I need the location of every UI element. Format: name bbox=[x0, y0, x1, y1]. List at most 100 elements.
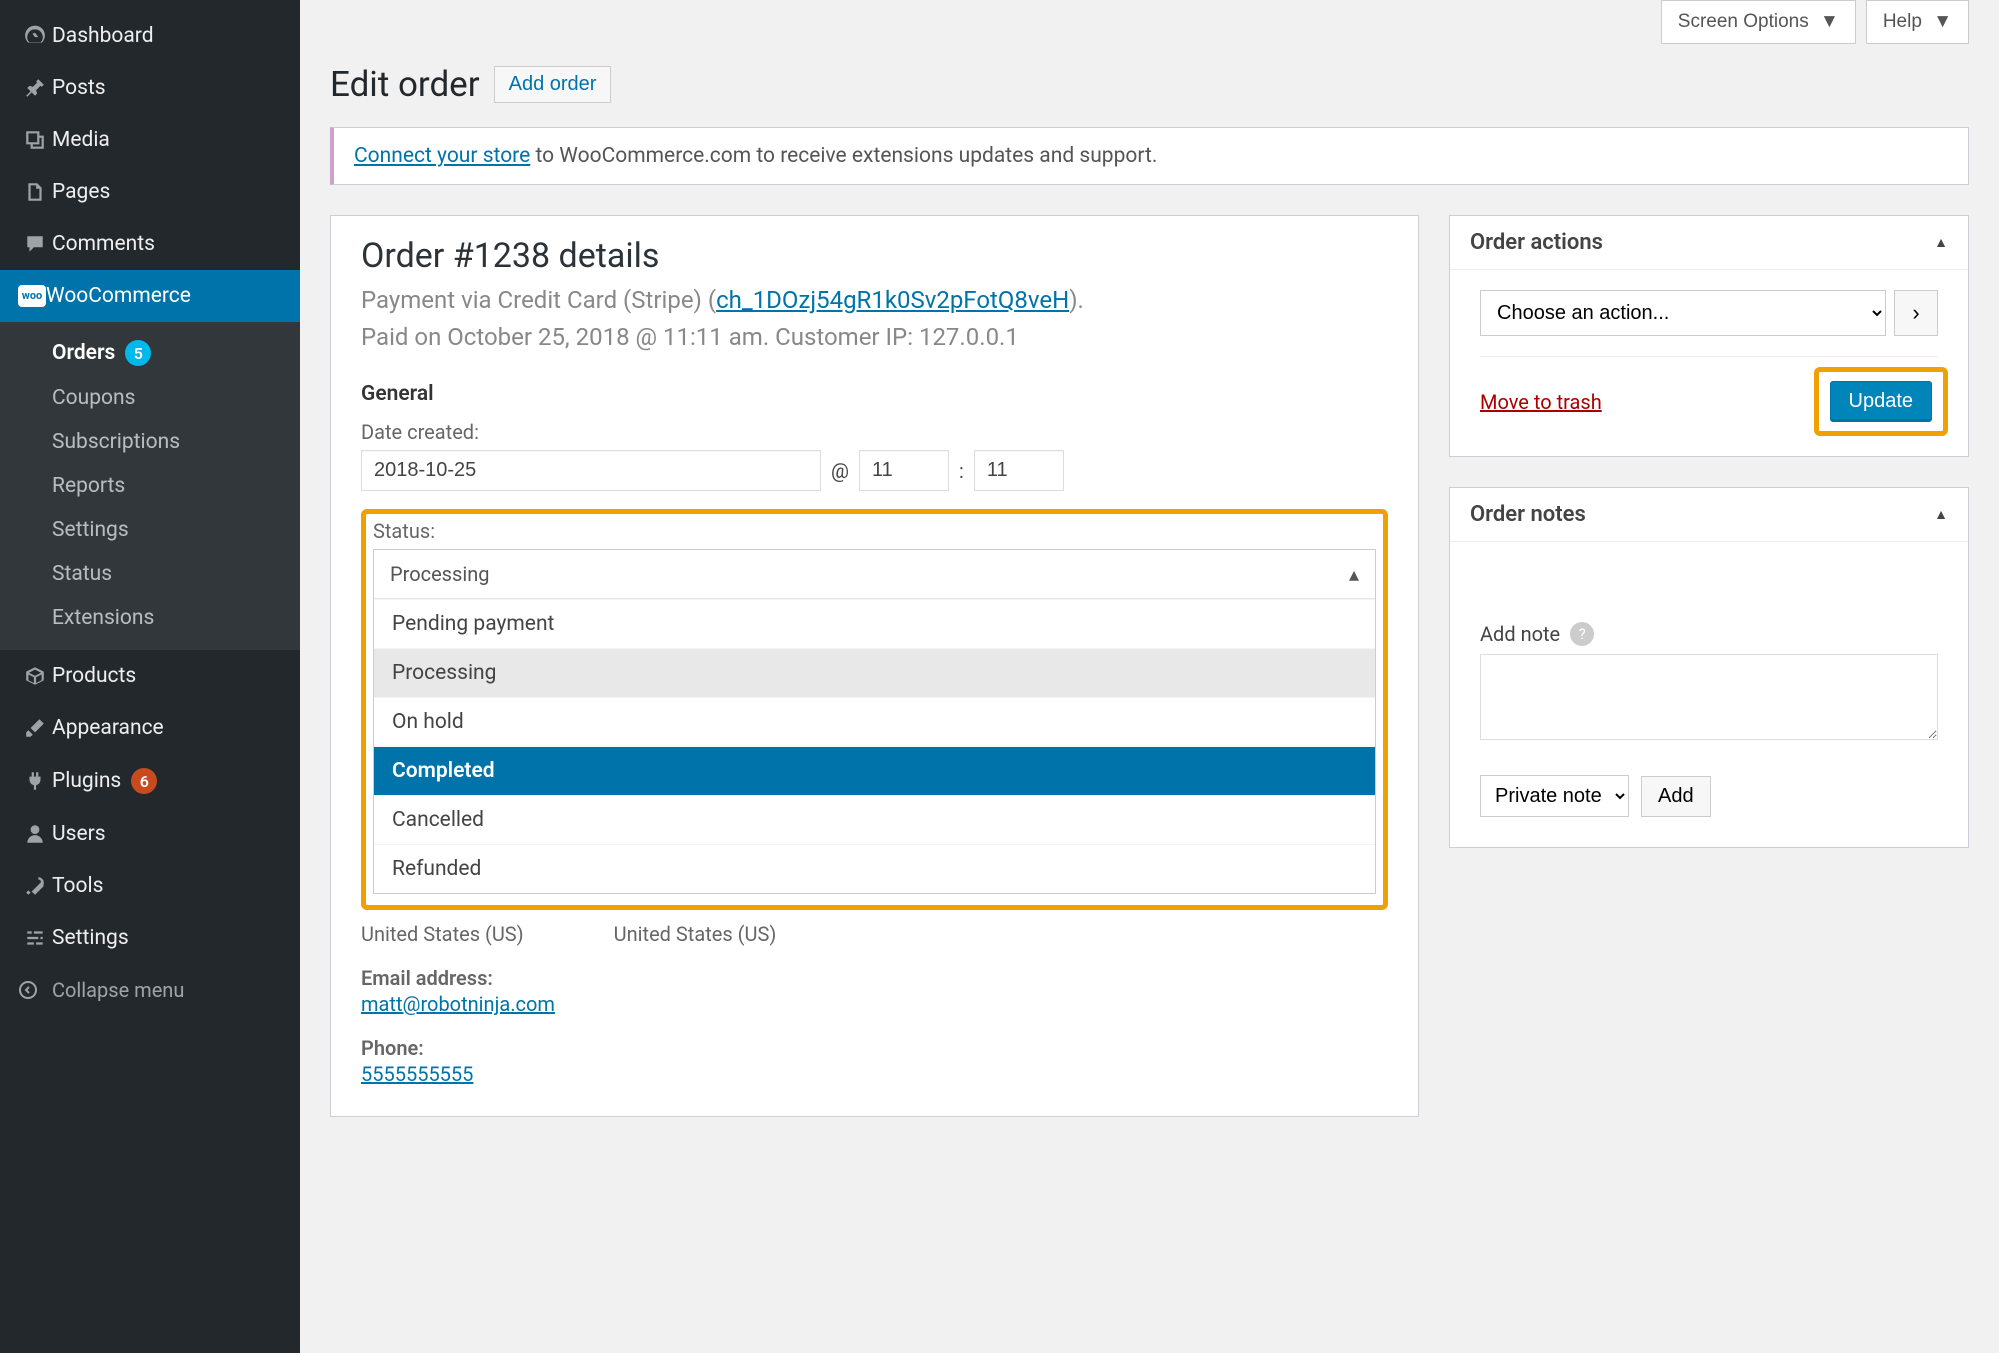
status-selected-value: Processing bbox=[390, 562, 489, 586]
woo-icon: woo bbox=[18, 285, 46, 307]
nav-woocommerce[interactable]: woo WooCommerce bbox=[0, 270, 300, 322]
help-icon[interactable]: ? bbox=[1570, 622, 1594, 646]
status-label: Status: bbox=[373, 519, 1376, 543]
nav-label: Dashboard bbox=[52, 24, 154, 48]
order-notes-box: Order notes ▲ Add note ? Private note bbox=[1449, 487, 1969, 848]
nav-label: Pages bbox=[52, 180, 110, 204]
add-note-label: Add note bbox=[1480, 622, 1560, 646]
nav-label: Users bbox=[52, 822, 106, 846]
nav-label: Media bbox=[52, 128, 110, 152]
status-option-processing[interactable]: Processing bbox=[374, 648, 1375, 697]
orders-count-badge: 5 bbox=[125, 340, 151, 366]
shipping-country: United States (US) bbox=[614, 922, 777, 946]
nav-label: Products bbox=[52, 664, 136, 688]
toggle-icon[interactable]: ▲ bbox=[1934, 506, 1948, 523]
nav-label: Settings bbox=[52, 926, 129, 950]
at-symbol: @ bbox=[831, 459, 849, 483]
customer-phone-link[interactable]: 5555555555 bbox=[361, 1062, 473, 1086]
pin-icon bbox=[18, 77, 52, 99]
user-icon bbox=[18, 823, 52, 845]
toggle-icon[interactable]: ▲ bbox=[1934, 234, 1948, 251]
chevron-down-icon: ▼ bbox=[1933, 11, 1952, 32]
sliders-icon bbox=[18, 927, 52, 949]
help-button[interactable]: Help ▼ bbox=[1866, 0, 1969, 44]
order-action-select[interactable]: Choose an action... bbox=[1480, 290, 1886, 336]
nav-label: Plugins bbox=[52, 769, 121, 793]
run-action-button[interactable]: › bbox=[1894, 290, 1938, 336]
hour-input[interactable] bbox=[859, 450, 949, 491]
subnav-settings[interactable]: Settings bbox=[0, 508, 300, 552]
plug-icon bbox=[18, 770, 52, 792]
nav-label: Comments bbox=[52, 232, 155, 256]
media-icon bbox=[18, 129, 52, 151]
move-to-trash-link[interactable]: Move to trash bbox=[1480, 390, 1602, 414]
connect-store-link[interactable]: Connect your store bbox=[354, 144, 530, 168]
nav-label: Appearance bbox=[52, 716, 164, 740]
subnav-label: Orders bbox=[52, 341, 115, 365]
box-icon bbox=[18, 665, 52, 687]
subnav-coupons[interactable]: Coupons bbox=[0, 376, 300, 420]
billing-country: United States (US) bbox=[361, 922, 524, 946]
order-details-box: Order #1238 details Payment via Credit C… bbox=[330, 215, 1419, 1117]
nav-label: Posts bbox=[52, 76, 106, 100]
status-options-list: Pending payment Processing On hold Compl… bbox=[374, 598, 1375, 893]
subnav-orders[interactable]: Orders 5 bbox=[0, 330, 300, 376]
nav-pages[interactable]: Pages bbox=[0, 166, 300, 218]
payment-charge-link[interactable]: ch_1DOzj54gR1k0Sv2pFotQ8veH bbox=[716, 286, 1069, 314]
status-option-pending[interactable]: Pending payment bbox=[374, 599, 1375, 648]
status-option-completed[interactable]: Completed bbox=[374, 746, 1375, 795]
status-option-onhold[interactable]: On hold bbox=[374, 697, 1375, 746]
screen-options-button[interactable]: Screen Options ▼ bbox=[1661, 0, 1856, 44]
email-label: Email address: bbox=[361, 966, 1388, 990]
note-textarea[interactable] bbox=[1480, 654, 1938, 740]
nav-products[interactable]: Products bbox=[0, 650, 300, 702]
status-option-cancelled[interactable]: Cancelled bbox=[374, 795, 1375, 844]
nav-label: WooCommerce bbox=[46, 284, 191, 308]
collapse-icon bbox=[18, 980, 52, 1000]
subnav-reports[interactable]: Reports bbox=[0, 464, 300, 508]
nav-label: Tools bbox=[52, 874, 103, 898]
subnav-extensions[interactable]: Extensions bbox=[0, 596, 300, 640]
nav-appearance[interactable]: Appearance bbox=[0, 702, 300, 754]
chevron-down-icon: ▼ bbox=[1820, 11, 1839, 32]
phone-label: Phone: bbox=[361, 1036, 1388, 1060]
status-option-refunded[interactable]: Refunded bbox=[374, 844, 1375, 893]
subnav-subscriptions[interactable]: Subscriptions bbox=[0, 420, 300, 464]
admin-sidebar: Dashboard Posts Media Pages Comments woo… bbox=[0, 0, 300, 1353]
minute-input[interactable] bbox=[974, 450, 1064, 491]
nav-posts[interactable]: Posts bbox=[0, 62, 300, 114]
nav-settings[interactable]: Settings bbox=[0, 912, 300, 964]
note-type-select[interactable]: Private note bbox=[1480, 775, 1629, 817]
collapse-label: Collapse menu bbox=[52, 978, 184, 1002]
nav-media[interactable]: Media bbox=[0, 114, 300, 166]
date-created-input[interactable] bbox=[361, 450, 821, 491]
subnav-status[interactable]: Status bbox=[0, 552, 300, 596]
nav-users[interactable]: Users bbox=[0, 808, 300, 860]
comment-icon bbox=[18, 233, 52, 255]
woo-submenu: Orders 5 Coupons Subscriptions Reports S… bbox=[0, 322, 300, 650]
nav-dashboard[interactable]: Dashboard bbox=[0, 10, 300, 62]
date-created-label: Date created: bbox=[361, 420, 1388, 444]
brush-icon bbox=[18, 717, 52, 739]
gauge-icon bbox=[18, 25, 52, 47]
order-title: Order #1238 details bbox=[361, 236, 1388, 276]
nav-tools[interactable]: Tools bbox=[0, 860, 300, 912]
order-actions-title: Order actions bbox=[1470, 230, 1603, 255]
add-order-button[interactable]: Add order bbox=[494, 66, 612, 103]
general-heading: General bbox=[361, 382, 1388, 406]
nav-comments[interactable]: Comments bbox=[0, 218, 300, 270]
order-actions-box: Order actions ▲ Choose an action... › Mo… bbox=[1449, 215, 1969, 457]
page-title: Edit order Add order bbox=[330, 64, 1969, 105]
main-content: Screen Options ▼ Help ▼ Edit order Add o… bbox=[300, 0, 1999, 1353]
update-button[interactable]: Update bbox=[1830, 381, 1933, 422]
status-select[interactable]: Processing ▴ Pending payment Processing … bbox=[373, 549, 1376, 894]
collapse-menu[interactable]: Collapse menu bbox=[0, 964, 300, 1016]
plugins-update-badge: 6 bbox=[131, 768, 157, 794]
chevron-up-icon: ▴ bbox=[1349, 562, 1359, 586]
colon-symbol: : bbox=[959, 459, 964, 483]
add-note-button[interactable]: Add bbox=[1641, 776, 1711, 817]
customer-email-link[interactable]: matt@robotninja.com bbox=[361, 992, 555, 1016]
wrench-icon bbox=[18, 875, 52, 897]
order-notes-title: Order notes bbox=[1470, 502, 1586, 527]
nav-plugins[interactable]: Plugins 6 bbox=[0, 754, 300, 808]
